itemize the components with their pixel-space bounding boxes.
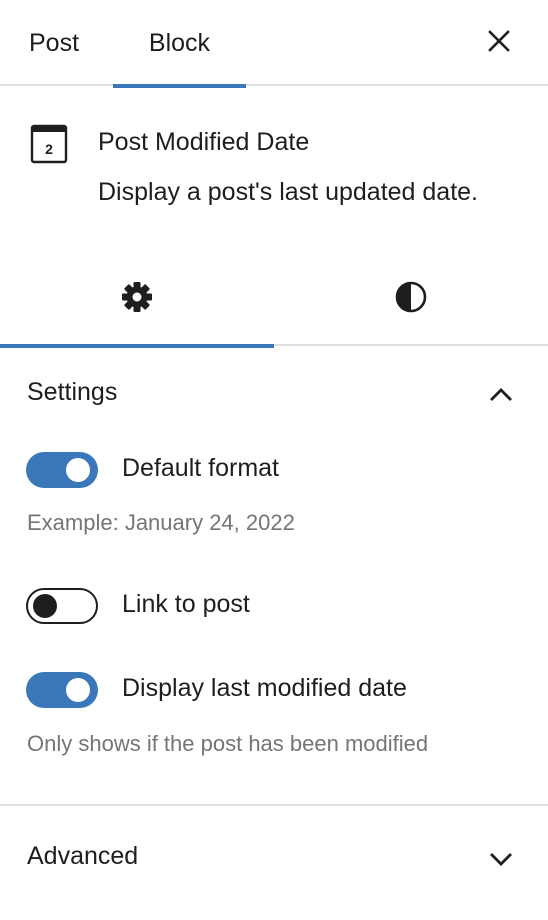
- toggle-knob: [66, 678, 90, 702]
- chevron-up-icon: [490, 388, 512, 401]
- tab-block-label: Block: [148, 28, 211, 57]
- chevron-down-icon: [490, 853, 512, 866]
- display-last-modified-row: Display last modified date: [0, 670, 548, 710]
- default-format-row: Default format: [0, 450, 548, 490]
- display-last-modified-toggle[interactable]: [26, 672, 98, 708]
- settings-panel: Settings Default format Example: January…: [0, 348, 548, 806]
- calendar-icon-number: 2: [45, 141, 53, 157]
- advanced-panel-title: Advanced: [27, 842, 139, 870]
- block-title: Post Modified Date: [98, 128, 310, 156]
- settings-panel-toggle[interactable]: Settings: [0, 348, 548, 440]
- link-to-post-toggle[interactable]: [26, 588, 98, 624]
- link-to-post-row: Link to post: [0, 586, 548, 626]
- tab-post[interactable]: Post: [0, 0, 108, 86]
- sidebar-tab-bar: Post Block: [0, 0, 548, 88]
- default-format-label[interactable]: Default format: [122, 454, 279, 483]
- inspector-tabs: [0, 248, 548, 348]
- tab-post-label: Post: [28, 28, 80, 57]
- block-description: Display a post's last updated date.: [98, 178, 479, 206]
- tab-settings[interactable]: [0, 248, 274, 348]
- block-card: 2 Post Modified Date Display a post's la…: [0, 88, 548, 238]
- toggle-knob: [33, 594, 57, 618]
- close-button[interactable]: [480, 22, 518, 60]
- gear-icon: [122, 282, 152, 312]
- toggle-knob: [66, 458, 90, 482]
- tab-styles[interactable]: [274, 248, 548, 346]
- calendar-icon: 2: [30, 124, 68, 164]
- link-to-post-label[interactable]: Link to post: [122, 590, 250, 619]
- tab-block[interactable]: Block: [113, 0, 246, 88]
- contrast-icon: [395, 281, 427, 313]
- settings-panel-title: Settings: [27, 378, 118, 406]
- display-last-modified-label[interactable]: Display last modified date: [122, 674, 407, 703]
- default-format-help: Example: January 24, 2022: [27, 510, 295, 535]
- default-format-toggle[interactable]: [26, 452, 98, 488]
- advanced-panel-toggle[interactable]: Advanced: [0, 808, 548, 904]
- close-icon: [488, 30, 510, 52]
- display-last-modified-help: Only shows if the post has been modified: [27, 731, 429, 756]
